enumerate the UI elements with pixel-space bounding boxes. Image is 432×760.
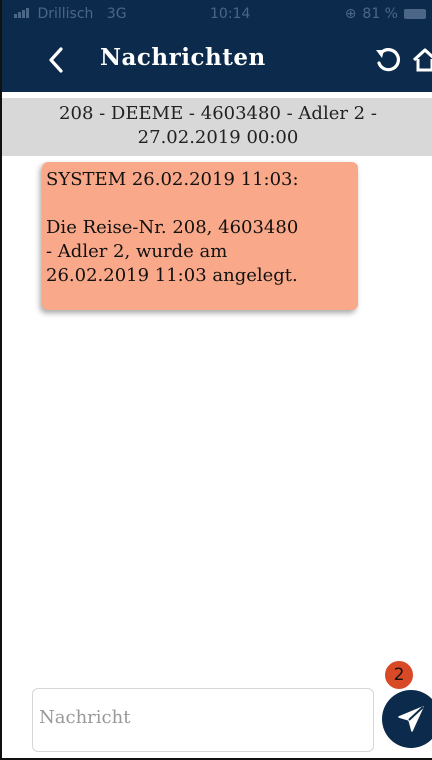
message-input-placeholder: Nachricht bbox=[39, 707, 131, 728]
carrier-info: Drillisch 3G bbox=[14, 6, 127, 22]
message-body: Die Reise-Nr. 208, 4603480 - Adler 2, wu… bbox=[46, 216, 352, 288]
home-button[interactable] bbox=[412, 42, 432, 78]
status-bar: Drillisch 3G 10:14 ⊕ 81 % bbox=[2, 0, 432, 30]
home-icon bbox=[412, 48, 432, 72]
message-line: 26.02.2019 11:03 angelegt. bbox=[46, 265, 298, 286]
message-bubble: SYSTEM 26.02.2019 11:03: Die Reise-Nr. 2… bbox=[42, 162, 358, 310]
carrier-name: Drillisch bbox=[37, 6, 94, 22]
message-header: SYSTEM 26.02.2019 11:03: bbox=[46, 169, 299, 190]
unread-badge: 2 bbox=[384, 660, 414, 690]
message-input[interactable]: Nachricht bbox=[32, 688, 374, 752]
reload-button[interactable] bbox=[370, 42, 404, 78]
battery-status: ⊕ 81 % bbox=[345, 6, 426, 22]
chevron-left-icon bbox=[49, 47, 63, 73]
send-button[interactable] bbox=[382, 690, 432, 748]
conversation-header: 208 - DEEME - 4603480 - Adler 2 - 27.02.… bbox=[2, 98, 432, 156]
network-type: 3G bbox=[106, 6, 127, 22]
app-screen: Drillisch 3G 10:14 ⊕ 81 % Nachrichten 20… bbox=[0, 0, 432, 760]
status-time: 10:14 bbox=[210, 6, 251, 22]
message-line: Die Reise-Nr. 208, 4603480 bbox=[46, 217, 299, 238]
battery-percent: 81 % bbox=[362, 6, 398, 22]
reload-icon bbox=[376, 48, 401, 72]
send-icon bbox=[398, 706, 424, 732]
conversation-title-line2: 27.02.2019 00:00 bbox=[137, 127, 299, 148]
conversation-title-line1: 208 - DEEME - 4603480 - Adler 2 - bbox=[59, 103, 377, 124]
message-line: - Adler 2, wurde am bbox=[46, 241, 228, 262]
battery-icon bbox=[404, 9, 426, 19]
back-button[interactable] bbox=[40, 42, 72, 78]
signal-icon bbox=[14, 8, 29, 18]
page-title: Nachrichten bbox=[100, 44, 266, 71]
app-bar: Nachrichten bbox=[2, 30, 432, 92]
alarm-icon: ⊕ bbox=[344, 6, 357, 22]
